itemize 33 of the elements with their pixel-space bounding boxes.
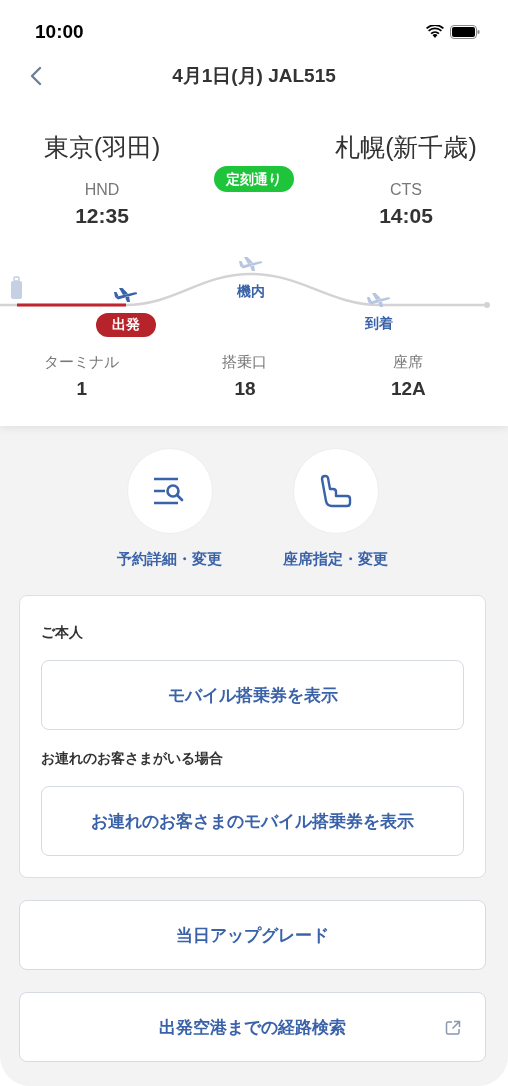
action-label[interactable]: 予約詳細・変更 xyxy=(117,550,222,569)
boarding-pass-button[interactable]: お連れのお客さまのモバイル搭乗券を表示 xyxy=(41,786,464,856)
detail-value: 12A xyxy=(390,378,426,400)
luggage-icon xyxy=(11,276,22,299)
departure-time: 12:35 xyxy=(75,204,129,228)
origin-code: HND xyxy=(84,181,120,199)
status-badge: 定刻通り xyxy=(214,166,294,192)
external-link-icon xyxy=(445,1020,461,1036)
destination-code: CTS xyxy=(390,181,422,199)
boarding-pass-button[interactable]: モバイル搭乗券を表示 xyxy=(41,660,464,730)
detail-value: 18 xyxy=(234,378,256,400)
seat-icon xyxy=(318,473,353,509)
stage-label: 到着 xyxy=(365,315,393,333)
arrival-time: 14:05 xyxy=(379,204,433,228)
destination-city: 札幌(新千歳) xyxy=(335,132,477,163)
section-heading: お連れのお客さまがいる場合 xyxy=(41,750,224,768)
stage-label: 機内 xyxy=(237,283,265,301)
battery-icon xyxy=(450,25,480,39)
detail-label: 搭乗口 xyxy=(222,353,268,372)
section-heading: ご本人 xyxy=(41,624,84,642)
origin-city: 東京(羽田) xyxy=(43,132,161,163)
back-icon[interactable] xyxy=(30,66,42,86)
detail-label: 座席 xyxy=(393,353,424,372)
menu-button[interactable]: 当日アップグレード xyxy=(19,900,486,970)
detail-value: 1 xyxy=(76,378,87,400)
stage-label: 出発 xyxy=(96,313,156,337)
detail-label: ターミナル xyxy=(44,353,120,372)
flight-title: 4月1日(月) JAL515 xyxy=(172,64,336,88)
action-label[interactable]: 座席指定・変更 xyxy=(283,550,388,569)
wifi-icon xyxy=(426,25,444,39)
menu-button[interactable]: 出発空港までの経路検索 xyxy=(19,992,486,1062)
end-dot xyxy=(484,302,490,308)
status-time: 10:00 xyxy=(35,21,84,43)
